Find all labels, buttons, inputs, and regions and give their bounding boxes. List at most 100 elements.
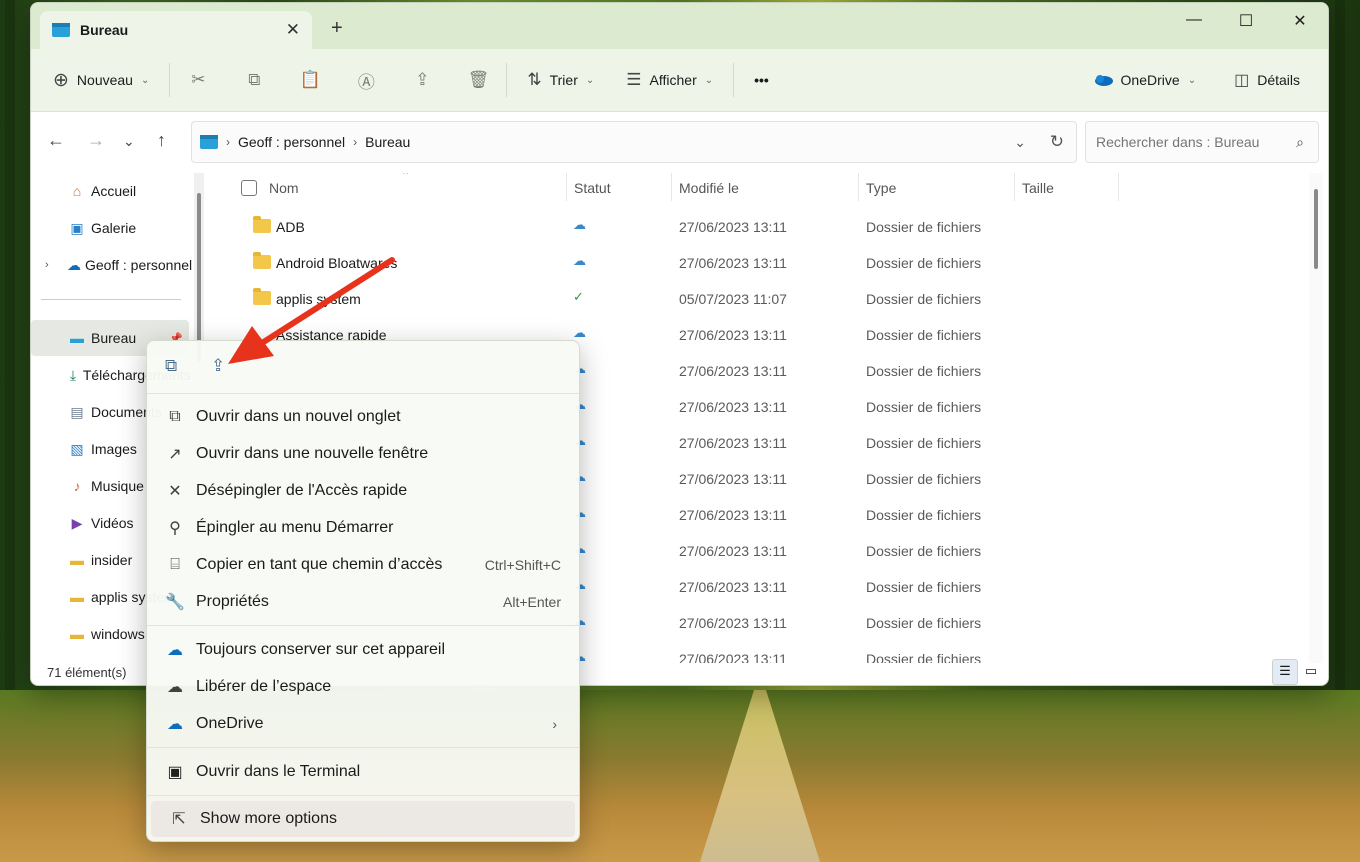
file-date: 27/06/2023 13:11 — [679, 219, 787, 235]
address-bar[interactable]: › Geoff : personnel › Bureau ⌄ ↻ — [191, 121, 1077, 163]
open-tab-icon: ⧉ — [169, 408, 181, 425]
select-all-checkbox[interactable] — [241, 173, 257, 203]
onedrive-button[interactable]: OneDrive ⌄ — [1083, 60, 1207, 100]
file-date: 27/06/2023 13:11 — [679, 435, 787, 451]
table-row[interactable]: Android Bloatwares ☁ 27/06/2023 13:11 Dossi… — [211, 245, 1307, 281]
file-type: Dossier de fichiers — [866, 651, 982, 663]
sidebar-scroll-thumb[interactable] — [197, 193, 201, 363]
tab-bureau[interactable]: Bureau ✕ — [40, 11, 312, 49]
sidebar-item-label: Musique — [91, 478, 144, 494]
maximize-button[interactable]: ☐ — [1223, 11, 1269, 31]
folder-icon: ▬ — [70, 589, 84, 605]
folder-icon — [253, 252, 271, 269]
breadcrumb-bureau[interactable]: Bureau — [365, 134, 410, 150]
title-bar: Bureau ✕ + — ☐ ✕ — [31, 3, 1328, 49]
new-button[interactable]: ⊕ Nouveau ⌄ — [43, 60, 159, 100]
new-tab-button[interactable]: + — [331, 17, 343, 40]
file-name: applis system — [276, 291, 361, 307]
details-view-icon[interactable]: ☰ — [1272, 659, 1298, 685]
menu-item-label: Propriétés — [196, 593, 269, 610]
menu-item-free-space[interactable]: ☁ Libérer de l’espace — [147, 669, 579, 705]
share-icon[interactable]: ⇪ — [211, 356, 225, 376]
file-type: Dossier de fichiers — [866, 543, 982, 559]
sidebar-item-accueil[interactable]: ⌂ Accueil — [31, 173, 191, 209]
sidebar-item-onedrive[interactable]: › ☁ Geoff : personnel — [31, 247, 193, 283]
refresh-icon[interactable]: ↻ — [1050, 132, 1064, 152]
file-date: 27/06/2023 13:11 — [679, 255, 787, 271]
menu-item-open-new-window[interactable]: ↗ Ouvrir dans une nouvelle fenêtre — [147, 436, 579, 472]
toolbar-separator — [169, 63, 171, 97]
paste-icon[interactable]: 📋 — [292, 70, 328, 90]
column-modified[interactable]: Modifié le — [679, 173, 739, 203]
sidebar-item-label: Bureau — [91, 330, 137, 346]
menu-separator — [147, 795, 579, 796]
sidebar-divider — [41, 299, 181, 300]
menu-item-open-terminal[interactable]: ▣ Ouvrir dans le Terminal — [147, 754, 579, 790]
file-list-scroll-thumb[interactable] — [1314, 189, 1318, 269]
details-button[interactable]: ◫ Détails — [1224, 60, 1310, 100]
menu-item-pin-start[interactable]: ⚲ Épingler au menu Démarrer — [147, 510, 579, 546]
item-count: 71 élément(s) — [47, 665, 127, 680]
view-button[interactable]: ☰ Afficher ⌄ — [616, 60, 723, 100]
menu-item-copy-path[interactable]: ⌸ Copier en tant que chemin d’accès Ctrl+S… — [147, 547, 579, 583]
column-status[interactable]: Statut — [574, 173, 611, 203]
file-date: 27/06/2023 13:11 — [679, 471, 787, 487]
forward-arrow-icon[interactable]: → — [87, 130, 105, 151]
address-dropdown-icon[interactable]: ⌄ — [1014, 134, 1026, 151]
sidebar-item-label: Geoff : personnel — [85, 257, 193, 273]
tiles-view-icon[interactable]: ▭ — [1298, 659, 1324, 685]
file-type: Dossier de fichiers — [866, 471, 982, 487]
search-icon: ⌕ — [1296, 133, 1304, 150]
unpin-icon: ✕ — [168, 483, 182, 500]
breadcrumb-personal[interactable]: Geoff : personnel — [238, 134, 345, 150]
close-window-button[interactable]: ✕ — [1277, 11, 1323, 31]
folder-icon — [253, 216, 271, 233]
rename-icon[interactable]: Ⓐ — [348, 68, 384, 93]
toolbar-separator — [733, 63, 735, 97]
search-box[interactable]: ⌕ — [1085, 121, 1319, 163]
menu-item-show-more-options[interactable]: ⇱ Show more options — [151, 801, 575, 837]
command-bar: ⊕ Nouveau ⌄ ✂ ⧉ 📋 Ⓐ ⇪ 🗑 ⇅ Trier ⌄ ☰ Affi… — [31, 49, 1328, 112]
file-date: 27/06/2023 13:11 — [679, 507, 787, 523]
share-icon[interactable]: ⇪ — [404, 70, 440, 90]
file-type: Dossier de fichiers — [866, 363, 982, 379]
more-options-button[interactable]: ••• — [744, 60, 779, 100]
up-arrow-icon[interactable]: ↑ — [157, 130, 166, 151]
sort-button[interactable]: ⇅ Trier ⌄ — [517, 60, 604, 100]
checkbox-icon — [241, 180, 257, 196]
search-input[interactable] — [1094, 133, 1288, 151]
context-quick-actions: ⧉ ⇪ — [147, 341, 579, 394]
file-date: 27/06/2023 13:11 — [679, 327, 787, 343]
menu-item-unpin-quick-access[interactable]: ✕ Désépingler de l'Accès rapide — [147, 473, 579, 509]
column-size[interactable]: Taille — [1022, 173, 1054, 203]
menu-item-open-new-tab[interactable]: ⧉ Ouvrir dans un nouvel onglet — [147, 399, 579, 435]
folder-icon: ▬ — [70, 552, 84, 568]
close-tab-icon[interactable]: ✕ — [286, 20, 300, 40]
copy-icon[interactable]: ⧉ — [165, 356, 177, 376]
address-row: ← → ⌄ ↑ › Geoff : personnel › Bureau ⌄ ↻… — [31, 113, 1328, 173]
file-date: 27/06/2023 13:11 — [679, 363, 787, 379]
table-row[interactable]: ADB ☁ 27/06/2023 13:11 Dossier de fichiers — [211, 209, 1307, 245]
minimize-button[interactable]: — — [1171, 11, 1217, 29]
menu-item-properties[interactable]: 🔧 Propriétés Alt+Enter — [147, 584, 579, 620]
column-divider — [858, 173, 859, 201]
menu-item-keep-on-device[interactable]: ☁ Toujours conserver sur cet appareil — [147, 632, 579, 668]
copy-path-icon: ⌸ — [170, 556, 180, 573]
file-list-scrollbar[interactable] — [1309, 173, 1323, 663]
file-type: Dossier de fichiers — [866, 507, 982, 523]
menu-item-label: Épingler au menu Démarrer — [196, 519, 394, 536]
more-options-icon: ⇱ — [172, 811, 186, 828]
delete-icon[interactable]: 🗑 — [460, 70, 496, 90]
menu-item-onedrive[interactable]: ☁ OneDrive › — [147, 706, 579, 742]
recent-chevron-icon[interactable]: ⌄ — [123, 133, 135, 150]
expand-chevron-icon[interactable]: › — [45, 259, 49, 271]
column-divider — [566, 173, 567, 201]
copy-icon[interactable]: ⧉ — [236, 70, 272, 90]
column-type[interactable]: Type — [866, 173, 896, 203]
sidebar-item-galerie[interactable]: ▣ Galerie — [31, 210, 191, 246]
pin-icon: ⚲ — [169, 520, 181, 537]
table-row[interactable]: applis system ✓ 05/07/2023 11:07 Dossier de… — [211, 281, 1307, 317]
back-arrow-icon[interactable]: ← — [47, 130, 65, 151]
cut-icon[interactable]: ✂ — [180, 70, 216, 90]
column-name[interactable]: Nom — [269, 173, 299, 203]
